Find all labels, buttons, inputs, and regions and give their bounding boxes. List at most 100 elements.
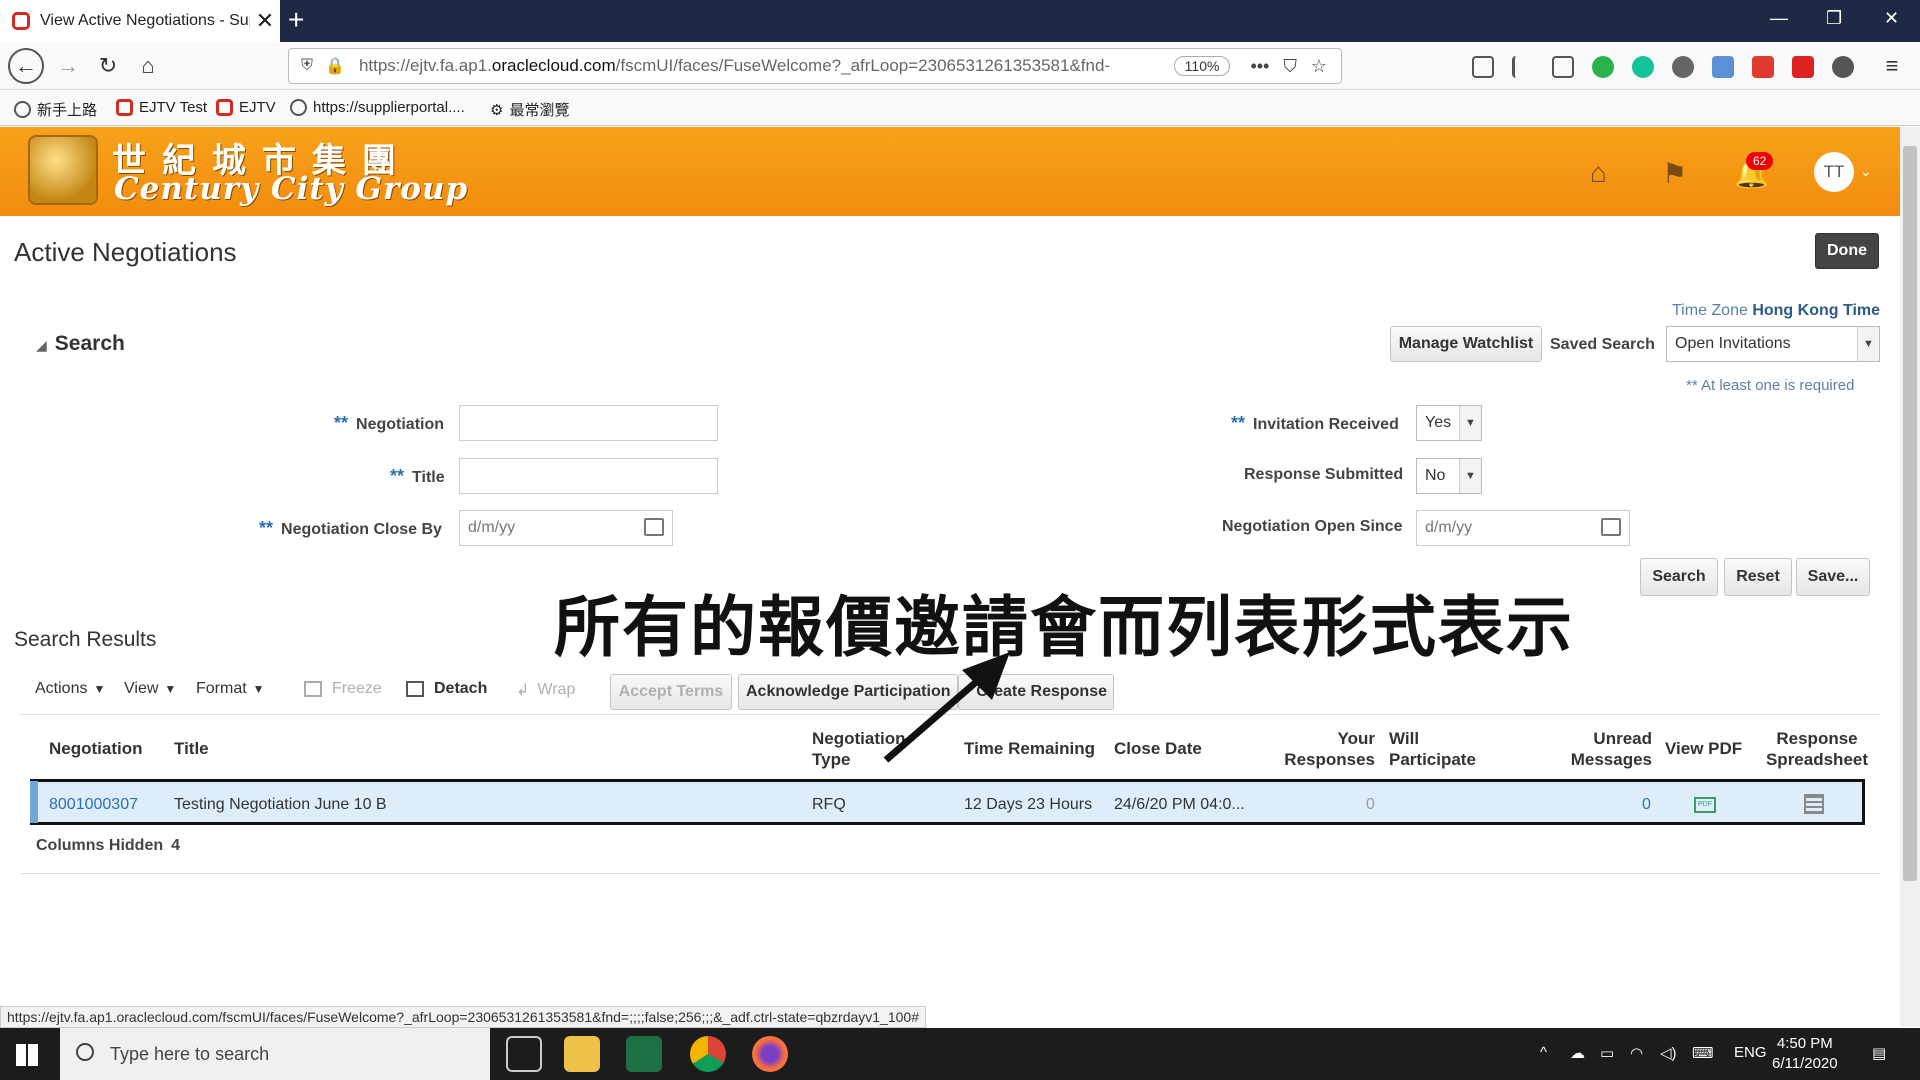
pocket-icon[interactable]: ⛉ [1283,56,1297,77]
format-menu[interactable]: Format ▼ [196,680,265,698]
calendar-icon[interactable] [644,518,664,536]
col-close-date[interactable]: Close Date [1114,738,1202,759]
pdf-icon[interactable]: PDF [1694,797,1716,813]
url-bar[interactable]: ⛨ 🔒 https://ejtv.fa.ap1.oraclecloud.com/… [288,48,1342,84]
search-button[interactable]: Search [1640,558,1718,596]
accept-terms-button[interactable]: Accept Terms [610,674,732,710]
col-title[interactable]: Title [174,738,209,759]
task-view-icon[interactable] [506,1036,542,1072]
invitation-received-select[interactable]: Yes ▼ [1416,405,1482,441]
watchlist-flag-icon[interactable]: ⚑ [1662,157,1687,190]
negotiation-input[interactable] [459,405,718,441]
bookmark-ejtv-test[interactable]: EJTV Test [116,99,207,116]
bookmark-getting-started[interactable]: 新手上路 [14,99,97,120]
back-arrow-icon[interactable]: ← [8,48,44,84]
bookmark-supplierportal[interactable]: https://supplierportal.... [290,99,465,116]
required-hint: ** At least one is required [1686,377,1855,394]
chevron-down-icon[interactable]: ⌄ [1860,163,1872,180]
firefox-icon[interactable] [752,1036,788,1072]
extension-pdf-icon[interactable] [1792,56,1814,78]
chevron-down-icon[interactable]: ▼ [1459,406,1481,440]
save-search-button[interactable]: Save... [1796,558,1870,596]
view-menu[interactable]: View ▼ [124,680,176,698]
dropdown-triangle-icon: ▼ [252,682,265,696]
home-icon[interactable]: ⌂ [132,50,164,82]
home-icon[interactable]: ⌂ [1590,157,1607,189]
close-by-date-input[interactable]: d/m/yy [459,510,673,546]
negotiation-number-link[interactable]: 8001000307 [49,796,138,814]
wrap-icon: ↲ [516,682,530,699]
extension-shield-icon[interactable] [1752,56,1774,78]
century-city-logo-icon[interactable] [28,135,98,205]
windows-start-icon[interactable] [16,1044,38,1066]
chevron-down-icon[interactable]: ▼ [1459,459,1481,493]
title-input[interactable] [459,458,718,494]
volume-icon[interactable]: ◁) [1660,1044,1677,1062]
taskbar-search[interactable]: Type here to search [60,1028,490,1080]
grammarly-icon[interactable] [1632,56,1654,78]
url-text[interactable]: https://ejtv.fa.ap1.oraclecloud.com/fscm… [359,56,1174,76]
sidebar-icon[interactable] [1552,56,1574,78]
response-submitted-select[interactable]: No ▼ [1416,458,1482,494]
battery-icon[interactable]: ▭ [1600,1044,1614,1062]
spreadsheet-icon[interactable] [1804,794,1824,814]
col-negotiation[interactable]: Negotiation [49,738,143,759]
file-explorer-icon[interactable] [564,1036,600,1072]
forward-arrow-icon[interactable]: → [52,50,84,82]
wrap-button[interactable]: ↲ Wrap [516,680,575,700]
reading-list-icon[interactable] [1472,56,1494,78]
search-section-header[interactable]: ◢ Search [36,332,125,356]
extension-check-icon[interactable] [1592,56,1614,78]
bookmark-star-icon[interactable]: ☆ [1311,56,1327,77]
reload-icon[interactable]: ↻ [92,50,124,82]
actions-menu[interactable]: Actions ▼ [35,680,105,698]
library-icon[interactable] [1512,56,1534,78]
col-your-responses[interactable]: Your Responses [1280,728,1375,770]
row-selection-bar [30,781,38,823]
unread-messages-count[interactable]: 0 [1642,796,1651,814]
col-unread-messages[interactable]: Unread Messages [1562,728,1652,770]
wifi-icon[interactable]: ◠ [1630,1044,1643,1062]
shield-icon[interactable]: ⛨ [301,57,313,75]
calendar-icon[interactable] [1601,518,1621,536]
table-bottom-border [20,873,1880,874]
restore-icon[interactable]: ❐ [1826,8,1842,29]
menu-hamburger-icon[interactable]: ≡ [1876,50,1908,82]
extension-bookmark-icon[interactable] [1712,56,1734,78]
detach-button[interactable]: Detach [406,680,487,698]
extension-people-icon[interactable] [1832,56,1854,78]
browser-tab-active[interactable]: View Active Negotiations - Sup ✕ [0,0,280,42]
user-avatar[interactable]: TT [1814,152,1854,192]
done-button[interactable]: Done [1815,233,1879,269]
freeze-button[interactable]: Freeze [304,680,382,698]
reset-button[interactable]: Reset [1724,558,1792,596]
excel-icon[interactable] [626,1036,662,1072]
chevron-down-icon[interactable]: ▼ [1857,327,1879,361]
your-responses-count[interactable]: 0 [1366,796,1375,814]
new-tab-icon[interactable]: + [288,4,304,36]
zoom-level[interactable]: 110% [1173,56,1231,76]
collapse-triangle-icon[interactable]: ◢ [36,337,47,353]
action-center-icon[interactable]: ▤ [1872,1044,1886,1062]
keyboard-icon[interactable]: ⌨ [1692,1044,1714,1062]
taskbar-clock[interactable]: 4:50 PM 6/11/2020 [1772,1034,1838,1074]
scrollbar-thumb[interactable] [1903,146,1917,881]
manage-watchlist-button[interactable]: Manage Watchlist [1390,326,1542,362]
account-icon[interactable] [1672,56,1694,78]
language-indicator[interactable]: ENG [1734,1044,1767,1061]
open-since-date-input[interactable]: d/m/yy [1416,510,1630,546]
col-response-spreadsheet[interactable]: Response Spreadsheet [1762,728,1872,770]
onedrive-icon[interactable]: ☁ [1570,1044,1585,1062]
close-window-icon[interactable]: ✕ [1884,8,1899,29]
more-actions-icon[interactable]: ••• [1250,56,1269,77]
minimize-icon[interactable]: — [1770,8,1788,29]
lock-icon[interactable]: 🔒 [325,56,345,76]
col-view-pdf[interactable]: View PDF [1665,738,1742,759]
close-tab-icon[interactable]: ✕ [250,8,280,34]
saved-search-select[interactable]: Open Invitations ▼ [1666,326,1880,362]
col-will-participate[interactable]: Will Participate [1389,728,1476,770]
bookmark-most-visited[interactable]: ⚙ 最常瀏覽 [490,99,569,120]
chrome-icon[interactable] [690,1036,726,1072]
tray-up-chevron-icon[interactable]: ^ [1540,1044,1547,1061]
bookmark-ejtv[interactable]: EJTV [216,99,276,116]
